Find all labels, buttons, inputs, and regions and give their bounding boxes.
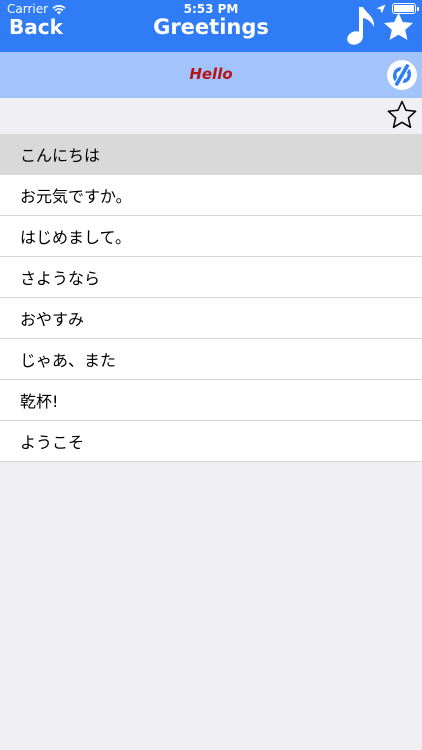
star-outline-icon[interactable] [386, 99, 418, 131]
phrase-row[interactable]: じゃあ、また [0, 339, 422, 380]
favorites-row [0, 98, 422, 134]
phrase-label: 乾杯! [20, 392, 59, 411]
phrase-label: こんにちは [20, 146, 101, 165]
phrase-label: じゃあ、また [20, 351, 117, 370]
translate-icon[interactable] [386, 59, 418, 91]
phrase-row[interactable]: お元気ですか。 [0, 175, 422, 216]
phrase-row[interactable]: さようなら [0, 257, 422, 298]
phrase-row[interactable]: おやすみ [0, 298, 422, 339]
phrase-label: お元気ですか。 [20, 187, 132, 206]
navigation-bar: Carrier 5:53 PM Back Greetings [0, 0, 422, 52]
phrase-row[interactable]: はじめまして。 [0, 216, 422, 257]
translation-label: Hello [189, 65, 233, 83]
phrase-label: さようなら [20, 269, 101, 288]
back-button[interactable]: Back [9, 15, 63, 39]
subheader: Hello [0, 52, 422, 98]
phrase-row[interactable]: 乾杯! [0, 380, 422, 421]
phrase-list: こんにちはお元気ですか。 はじめまして。 さようならおやすみじゃあ、また 乾杯! ようこ… [0, 134, 422, 462]
phrase-label: はじめまして。 [20, 228, 132, 247]
phrase-row[interactable]: ようこそ [0, 421, 422, 462]
star-icon[interactable] [382, 11, 415, 43]
phrase-row[interactable]: こんにちは [0, 134, 422, 175]
music-note-icon[interactable] [346, 5, 376, 47]
phrase-label: ようこそ [20, 433, 85, 452]
phrase-label: おやすみ [20, 310, 85, 329]
